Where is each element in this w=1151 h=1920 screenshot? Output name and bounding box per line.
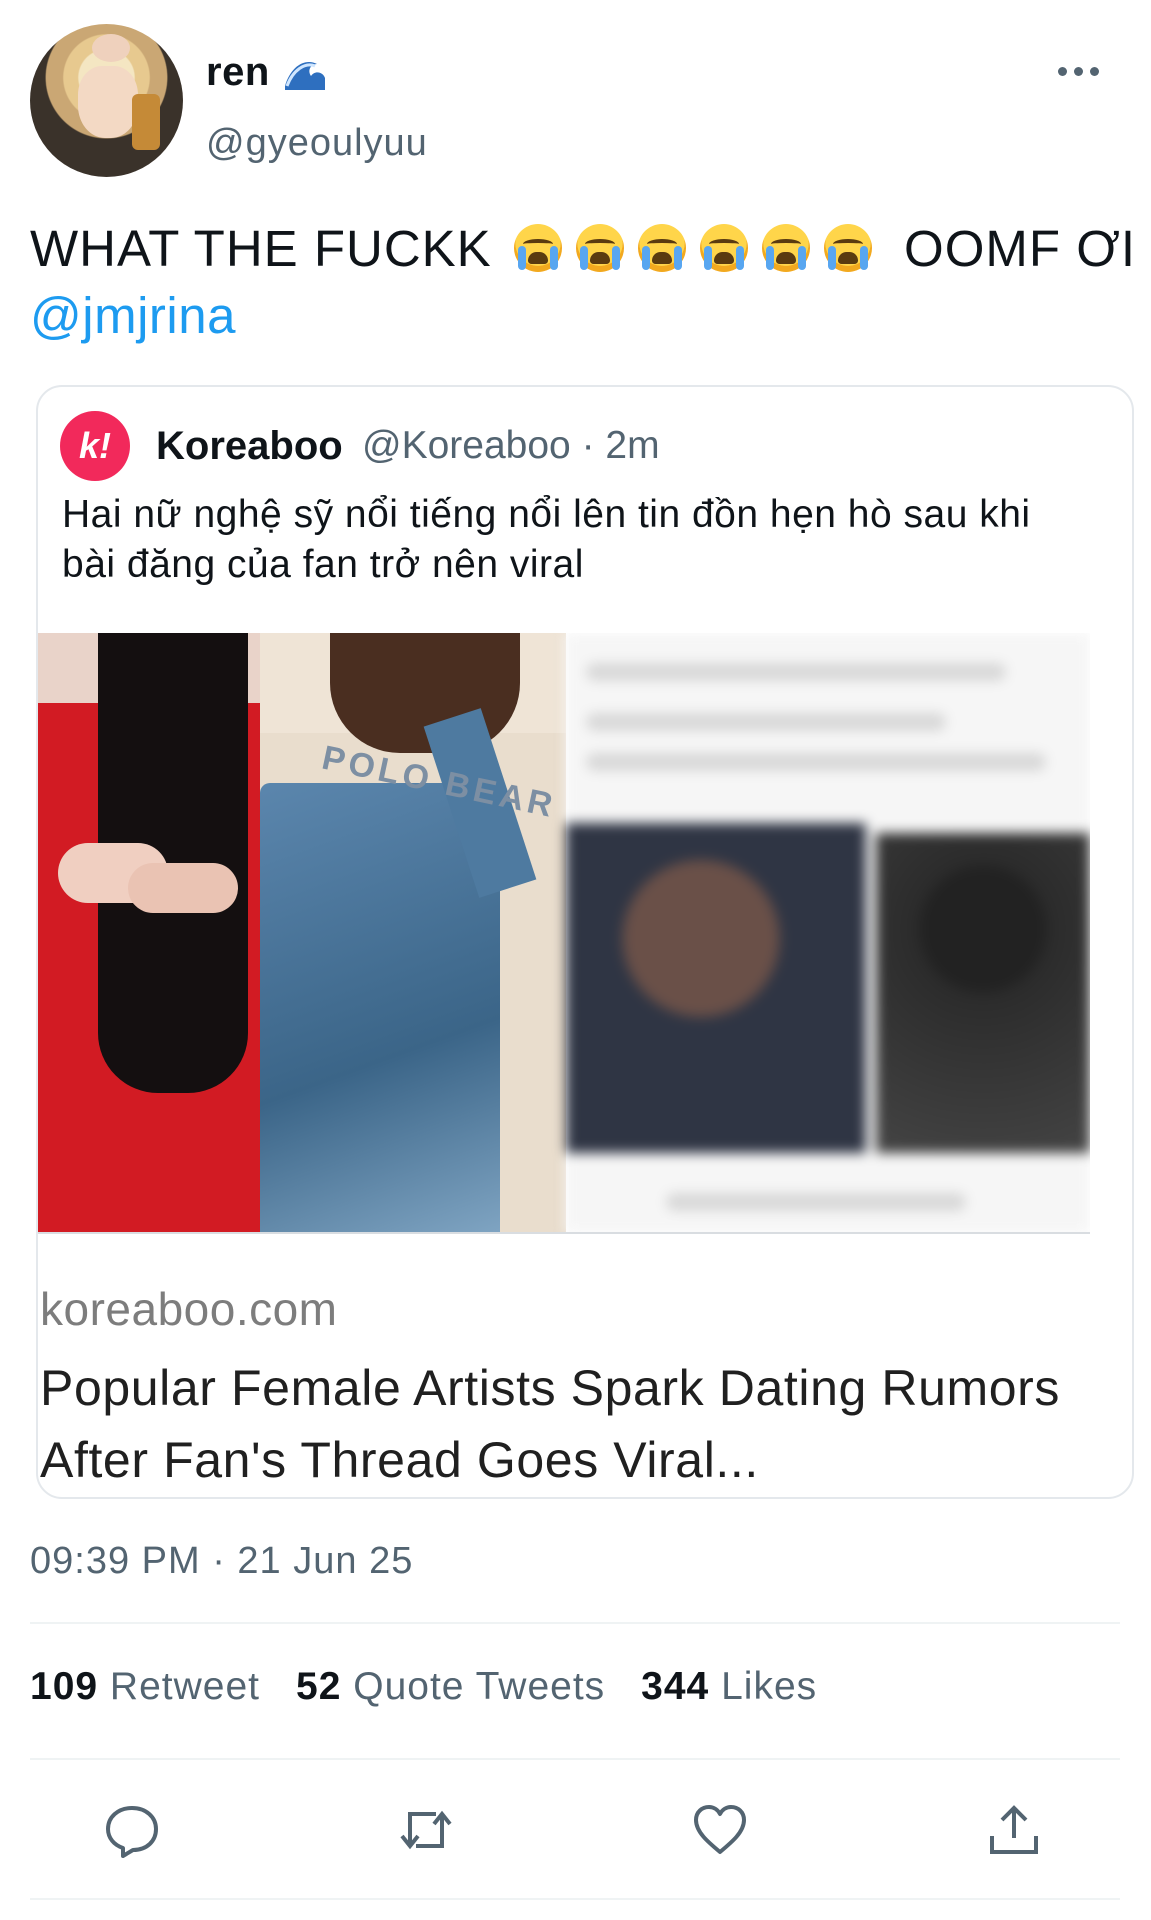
koreaboo-avatar[interactable]: k! [60,411,130,481]
likes-stat[interactable]: 344 Likes [641,1665,853,1708]
tweet-text-tail: OOMF ƠI [904,220,1137,277]
share-button[interactable] [984,1800,1044,1860]
quote-count: 52 [296,1665,342,1708]
divider [30,1758,1120,1760]
divider [38,1232,1090,1234]
like-label: Likes [721,1665,818,1708]
crying-face-icon [823,224,872,272]
quotes-stat[interactable]: 52 Quote Tweets [296,1665,641,1708]
tweet-text: WHAT THE FUCKK OOMF ƠI [30,212,1136,286]
retweet-count: 109 [30,1665,99,1708]
display-name[interactable]: ren [206,50,270,95]
reply-icon [106,1806,158,1858]
link-preview-image[interactable]: POLO BEAR [38,633,1090,1233]
crying-face-icon [761,224,810,272]
link-domain[interactable]: koreaboo.com [40,1282,338,1336]
like-icon [694,1805,746,1854]
retweet-button[interactable] [396,1800,456,1860]
reply-button[interactable] [102,1800,162,1860]
quote-author-name[interactable]: Koreaboo [156,424,343,469]
blurred-screenshot [566,633,1090,1233]
like-button[interactable] [690,1800,750,1860]
divider [30,1898,1120,1900]
divider [30,1622,1120,1624]
tweet-text-main: WHAT THE FUCKK [30,220,492,277]
tweet-stats: 109 Retweet 52 Quote Tweets 344 Likes [30,1665,853,1709]
crying-face-icon [699,224,748,272]
tweet-timestamp[interactable]: 09:39 PM · 21 Jun 25 [30,1540,413,1583]
avatar[interactable] [30,24,183,177]
crying-face-icon [575,224,624,272]
retweet-label: Retweet [109,1665,260,1708]
mention-link[interactable]: @jmjrina [30,286,236,345]
retweets-stat[interactable]: 109 Retweet [30,1665,296,1708]
crying-face-icon [513,224,562,272]
retweet-icon [400,1810,452,1850]
like-count: 344 [641,1665,710,1708]
quote-author-handle[interactable]: @Koreaboo · 2m [362,424,660,468]
more-options-icon[interactable] [1058,62,1106,82]
quote-label: Quote Tweets [353,1665,606,1708]
wave-emoji-icon [285,62,325,90]
quote-text: Hai nữ nghệ sỹ nổi tiếng nổi lên tin đồn… [62,493,1031,586]
crying-face-icon [637,224,686,272]
share-icon [990,1805,1038,1854]
handle[interactable]: @gyeoulyuu [206,122,428,165]
link-title[interactable]: Popular Female Artists Spark Dating Rumo… [40,1352,1100,1496]
photo-red-dress [38,633,260,1233]
photo-denim-overalls: POLO BEAR [260,633,566,1233]
